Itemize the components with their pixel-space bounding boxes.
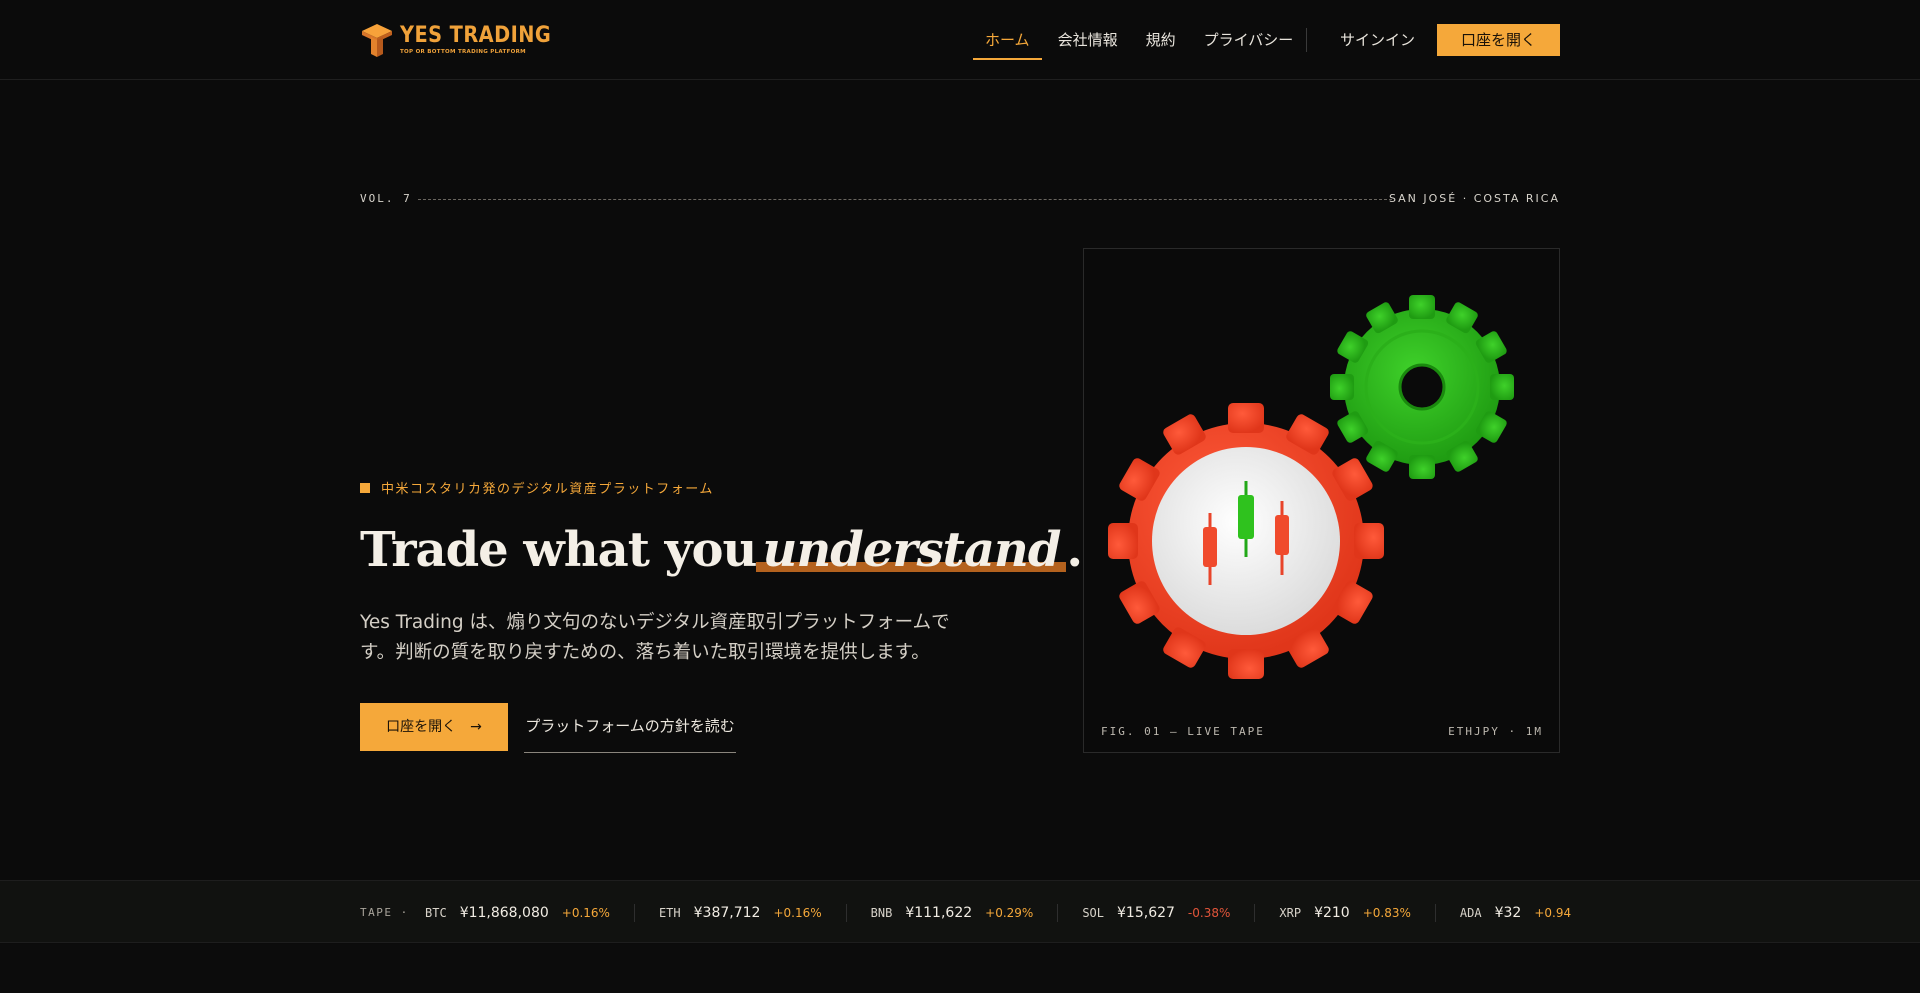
figure-pair-label: ETHJPY · 1M — [1448, 725, 1543, 738]
signin-link[interactable]: サインイン — [1340, 22, 1415, 58]
eyebrow-text: 中米コスタリカ発のデジタル資産プラットフォーム — [381, 482, 714, 497]
ticker-price: ¥387,712 — [693, 904, 761, 921]
read-policy-link[interactable]: プラットフォームの方針を読む — [524, 703, 736, 753]
ticker-item-xrp[interactable]: XRP ¥210 +0.83% — [1254, 903, 1435, 922]
nav-item-company[interactable]: 会社情報 — [1046, 22, 1130, 58]
nav-item-home[interactable]: ホーム — [973, 22, 1042, 60]
ticker-symbol: ADA — [1459, 905, 1482, 920]
nav-divider — [1306, 28, 1307, 52]
ticker-item-bnb[interactable]: BNB ¥111,622 +0.29% — [845, 903, 1058, 922]
hero-headline: Trade what you understand. — [360, 522, 1083, 578]
nav-item-privacy[interactable]: プライバシー — [1192, 22, 1306, 58]
ticker-symbol: SOL — [1082, 905, 1105, 920]
site-header: YES TRADING TOP OR BOTTOM TRADING PLATFO… — [0, 0, 1920, 80]
ticker-price: ¥210 — [1314, 904, 1350, 921]
logo-mark-icon — [360, 22, 394, 58]
masthead-divider — [418, 199, 1392, 200]
eyebrow-square-icon — [360, 482, 370, 493]
ticker-symbol: BTC — [425, 905, 447, 920]
ticker-item-btc[interactable]: BTC ¥11,868,080 +0.16% — [425, 904, 634, 922]
hero-figure: FIG. 01 — LIVE TAPE ETHJPY · 1M — [1083, 248, 1560, 753]
brand-logo[interactable]: YES TRADING TOP OR BOTTOM TRADING PLATFO… — [360, 20, 572, 60]
tape-items: BTC ¥11,868,080 +0.16% ETH ¥387,712 +0.1… — [425, 881, 1571, 944]
ticker-change: +0.29% — [985, 905, 1034, 920]
ticker-change: +0.83% — [1362, 905, 1411, 920]
ticker-price: ¥32 — [1494, 904, 1522, 921]
ticker-change: +0.94 — [1534, 905, 1572, 920]
ticker-price: ¥11,868,080 — [459, 904, 549, 921]
gears-illustration-icon — [1108, 295, 1514, 679]
volume-label: VOL. 7 — [360, 192, 412, 205]
ticker-change: -0.38% — [1187, 905, 1231, 920]
ticker-price: ¥15,627 — [1117, 904, 1175, 921]
tape-label: TAPE · — [360, 906, 409, 919]
open-account-button[interactable]: 口座を開く — [1437, 24, 1560, 56]
ticker-change: +0.16% — [773, 905, 822, 920]
headline-pre: Trade what you — [360, 522, 757, 578]
ticker-symbol: BNB — [870, 905, 893, 920]
ticker-tape: TAPE · BTC ¥11,868,080 +0.16% ETH ¥387,7… — [0, 880, 1920, 943]
hero-open-account-button[interactable]: 口座を開く → — [360, 703, 508, 751]
headline-post: . — [1066, 522, 1083, 578]
ticker-item-eth[interactable]: ETH ¥387,712 +0.16% — [633, 903, 846, 922]
location-label: SAN JOSÉ · COSTA RICA — [1388, 192, 1560, 205]
ticker-change: +0.16% — [561, 905, 610, 920]
ticker-symbol: XRP — [1279, 905, 1302, 920]
figure-caption: FIG. 01 — LIVE TAPE — [1101, 725, 1265, 738]
brand-tagline: TOP OR BOTTOM TRADING PLATFORM — [400, 48, 526, 55]
ticker-symbol: ETH — [658, 905, 681, 920]
headline-emphasis: understand — [756, 522, 1067, 578]
ticker-price: ¥111,622 — [905, 904, 973, 921]
hero-description: Yes Trading は、煽り文句のないデジタル資産取引プラットフォームです。… — [360, 612, 950, 663]
main-nav: ホーム 会社情報 規約 プライバシー — [973, 22, 1306, 60]
hero-eyebrow: 中米コスタリカ発のデジタル資産プラットフォーム — [360, 478, 714, 497]
brand-title: YES TRADING — [400, 22, 552, 48]
ticker-item-sol[interactable]: SOL ¥15,627 -0.38% — [1057, 903, 1254, 922]
headline-em-text: understand — [762, 522, 1061, 578]
nav-item-terms[interactable]: 規約 — [1134, 22, 1188, 58]
page-bottom-band — [0, 944, 1920, 993]
ticker-item-ada[interactable]: ADA ¥32 +0.94 — [1434, 903, 1572, 922]
